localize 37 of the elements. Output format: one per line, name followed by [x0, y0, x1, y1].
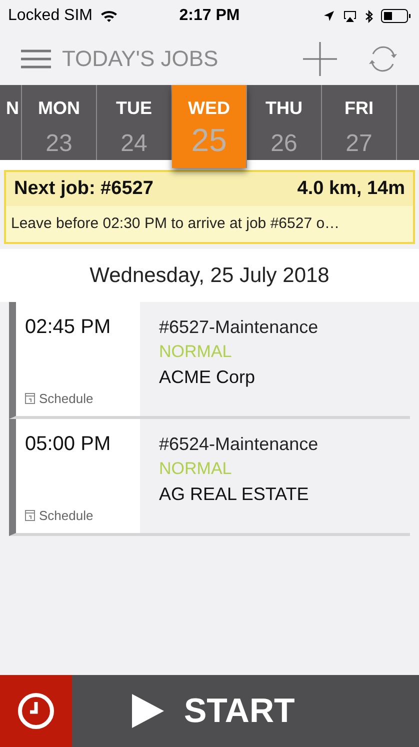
day-tab[interactable]: MON 23: [22, 85, 97, 160]
distance-label: 4.0 km, 14m: [297, 176, 405, 201]
next-job-title: Next job: #6527: [14, 176, 154, 201]
calendar-icon: [25, 392, 35, 404]
day-tab[interactable]: N: [0, 85, 22, 160]
wifi-icon: [100, 9, 118, 23]
job-time: 05:00 PM: [25, 432, 112, 457]
job-title: #6527-Maintenance: [159, 316, 318, 338]
priority-label: NORMAL: [159, 458, 233, 480]
job-card[interactable]: 05:00 PM Schedule #6524-Maintenance NORMAL AG REAL ESTATE: [9, 419, 410, 536]
location-arrow-icon: [323, 10, 335, 22]
next-job-banner[interactable]: Next job: #6527 4.0 km, 14m Leave before 02:30 PM to arrive at job #6527 o…: [4, 170, 415, 244]
calendar-icon: [25, 510, 35, 521]
job-type: Schedule: [39, 390, 94, 408]
job-type: Schedule: [39, 506, 94, 524]
job-card[interactable]: 02:45 PM Schedule #6527-Maintenance NORMAL ACME Corp: [9, 302, 410, 419]
airplay-icon: [343, 10, 357, 22]
clock-label: 2:17 PM: [179, 6, 240, 26]
client-name: ACME Corp: [159, 367, 256, 387]
menu-icon[interactable]: [21, 48, 51, 70]
day-tab[interactable]: THU 26: [247, 85, 322, 160]
carrier-label: Locked SIM: [8, 6, 92, 26]
job-title: #6524-Maintenance: [159, 433, 318, 455]
start-button[interactable]: START: [72, 675, 419, 747]
add-icon[interactable]: [303, 42, 337, 76]
clock-icon: [16, 691, 56, 731]
priority-label: NORMAL: [159, 341, 233, 363]
next-job-message: Leave before 02:30 PM to arrive at job #6527 o…: [11, 214, 340, 234]
timer-button[interactable]: [0, 675, 72, 747]
client-name: AG REAL ESTATE: [159, 484, 310, 504]
play-icon: [132, 694, 164, 728]
bluetooth-icon: [365, 10, 373, 22]
day-tab[interactable]: FRI 27: [322, 85, 397, 160]
date-heading: Wednesday, 25 July 2018: [90, 262, 330, 289]
job-time: 02:45 PM: [25, 315, 112, 340]
screen-title: TODAY'S JOBS: [62, 45, 218, 73]
battery-icon: [381, 9, 411, 23]
